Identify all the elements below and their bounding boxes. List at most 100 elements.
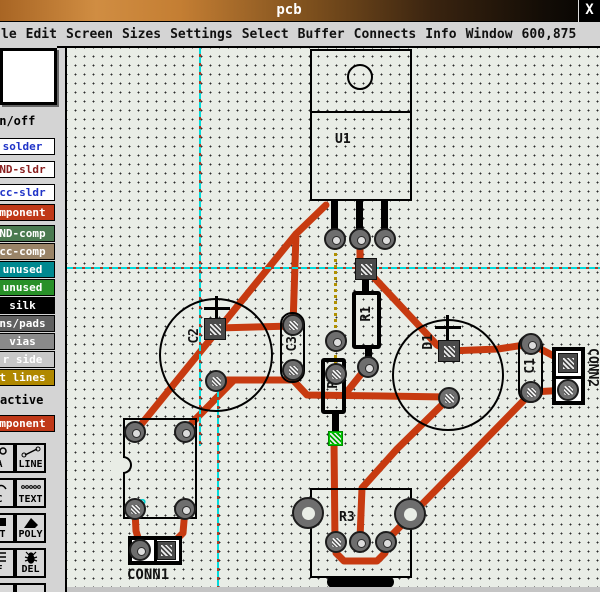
- tool-poly-label: POLY: [18, 529, 42, 540]
- refdes-c3: C3: [285, 336, 300, 352]
- r3-pin-pad[interactable]: [375, 531, 397, 553]
- cursor-position-readout: 600,875: [522, 27, 577, 42]
- r3-pin-pad[interactable]: [349, 531, 371, 553]
- title-bar[interactable]: pcb X: [0, 0, 600, 22]
- u1-pin-pad[interactable]: [324, 228, 346, 250]
- refdes-r3: R3: [339, 510, 355, 525]
- tool-del-button[interactable]: DEL: [15, 548, 46, 578]
- arc-icon: [0, 480, 7, 494]
- layer-button-gnd-comp[interactable]: ND-comp: [0, 225, 55, 242]
- via-icon: [0, 445, 7, 459]
- r2-pin-pad[interactable]: [325, 363, 347, 385]
- conn2-pin-pad[interactable]: [557, 379, 579, 401]
- tool-arc-label: C: [0, 494, 3, 505]
- tool-del-label: DEL: [21, 564, 39, 575]
- layer-onoff-label: on/off: [0, 114, 35, 128]
- close-icon[interactable]: X: [578, 0, 600, 22]
- layer-button-unused-2[interactable]: unused: [0, 279, 55, 296]
- c2-minus-pad[interactable]: [205, 370, 227, 392]
- j2-pin-pad[interactable]: [174, 498, 196, 520]
- tool-text-button[interactable]: TEXT: [15, 478, 46, 508]
- u1-mounting-hole: [347, 64, 373, 90]
- active-layer-label: active: [0, 393, 43, 407]
- rat-line[interactable]: [334, 241, 337, 373]
- layer-button-silk[interactable]: silk: [0, 297, 55, 314]
- conn1-pin1-pad[interactable]: [157, 541, 176, 560]
- layer-button-rat-lines[interactable]: t lines: [0, 369, 55, 386]
- d1-plus-mark: [446, 315, 449, 341]
- refdes-c1: C1: [523, 358, 538, 374]
- tool-rect-button[interactable]: CT: [0, 513, 15, 543]
- refdes-u1: U1: [335, 132, 351, 147]
- j2-pin-pad[interactable]: [124, 498, 146, 520]
- u1-pin-pad[interactable]: [374, 228, 396, 250]
- menu-buffer[interactable]: Buffer: [298, 27, 345, 42]
- layer-button-vcc-sldr[interactable]: cc-sldr: [0, 184, 55, 201]
- menu-edit[interactable]: Edit: [26, 27, 57, 42]
- board-canvas[interactable]: U1 C2 C3 R1 R2 D1 C1 CONN2: [67, 48, 600, 592]
- menu-settings[interactable]: Settings: [170, 27, 233, 42]
- active-layer-button[interactable]: mponent: [0, 415, 55, 432]
- tool-via-label: A: [0, 459, 3, 470]
- tool-rot-button[interactable]: [0, 583, 15, 592]
- tool-buf-label: F: [0, 564, 3, 575]
- conn1-pin-pad[interactable]: [129, 539, 151, 561]
- r3-mounting-hole[interactable]: [394, 498, 426, 530]
- layer-button-vcc-comp[interactable]: cc-comp: [0, 243, 55, 260]
- tool-text-label: TEXT: [18, 494, 42, 505]
- layer-button-component[interactable]: mponent: [0, 204, 55, 221]
- j2-pin-pad[interactable]: [124, 421, 146, 443]
- c3-pin-pad[interactable]: [282, 359, 304, 381]
- crosshair-vertical-line-2: [217, 391, 219, 592]
- j2-pin-pad[interactable]: [174, 421, 196, 443]
- menu-sizes[interactable]: Sizes: [122, 27, 161, 42]
- r1-pin-pad[interactable]: [357, 356, 379, 378]
- via[interactable]: [325, 330, 347, 352]
- refdes-conn2: CONN2: [585, 348, 600, 387]
- conn2-pin1-pad[interactable]: [558, 353, 578, 373]
- menu-info[interactable]: Info: [425, 27, 456, 42]
- refdes-conn1: CONN1: [127, 567, 169, 583]
- tool-poly-button[interactable]: POLY: [15, 513, 46, 543]
- r2-selected-pad[interactable]: [328, 431, 343, 446]
- menu-file[interactable]: le: [1, 27, 17, 42]
- menu-select[interactable]: Select: [242, 27, 289, 42]
- rect-icon: [0, 515, 7, 529]
- tool-buf-button[interactable]: F: [0, 548, 15, 578]
- tool-line-label: LINE: [18, 459, 42, 470]
- j2-notch-mask: [111, 454, 123, 476]
- layer-button-gnd-sldr[interactable]: ND-sldr: [0, 161, 55, 178]
- menu-connects[interactable]: Connects: [354, 27, 417, 42]
- c3-pin-pad[interactable]: [282, 314, 304, 336]
- pcb-application-window: pcb X le Edit Screen Sizes Settings Sele…: [0, 0, 600, 592]
- tool-arc-button[interactable]: C: [0, 478, 15, 508]
- layer-button-far-side[interactable]: r side: [0, 351, 55, 368]
- layer-button-vias[interactable]: vias: [0, 333, 55, 350]
- refdes-c2: C2: [187, 328, 202, 344]
- line-icon: [21, 445, 41, 459]
- d1-minus-pad[interactable]: [438, 387, 460, 409]
- tool-thermal-button[interactable]: [15, 583, 46, 592]
- r3-pin-pad[interactable]: [325, 531, 347, 553]
- tool-line-button[interactable]: LINE: [15, 443, 46, 473]
- c1-pin-pad[interactable]: [520, 381, 542, 403]
- c2-plus-pad[interactable]: [204, 318, 226, 340]
- layer-button-unused-1[interactable]: unused: [0, 261, 55, 278]
- layer-button-solder[interactable]: solder: [0, 138, 55, 155]
- text-icon: [20, 480, 42, 494]
- menu-screen[interactable]: Screen: [66, 27, 113, 42]
- layer-button-pins-pads[interactable]: ns/pads: [0, 315, 55, 332]
- menu-window[interactable]: Window: [466, 27, 513, 42]
- r3-mounting-hole[interactable]: [292, 497, 324, 529]
- c1-pin-pad[interactable]: [520, 333, 542, 355]
- refdes-d1: D1: [421, 334, 436, 350]
- u1-pin-pad[interactable]: [349, 228, 371, 250]
- d1-plus-pad[interactable]: [438, 340, 460, 362]
- r1-pin1-pad[interactable]: [355, 258, 377, 280]
- sidebar: on/off solder ND-sldr cc-sldr mponent ND…: [0, 46, 66, 592]
- board-preview-thumbnail[interactable]: [0, 48, 57, 105]
- buffer-icon: [0, 550, 7, 564]
- canvas-bottom-strip: [67, 587, 600, 592]
- poly-icon: [22, 515, 40, 529]
- tool-via-button[interactable]: A: [0, 443, 15, 473]
